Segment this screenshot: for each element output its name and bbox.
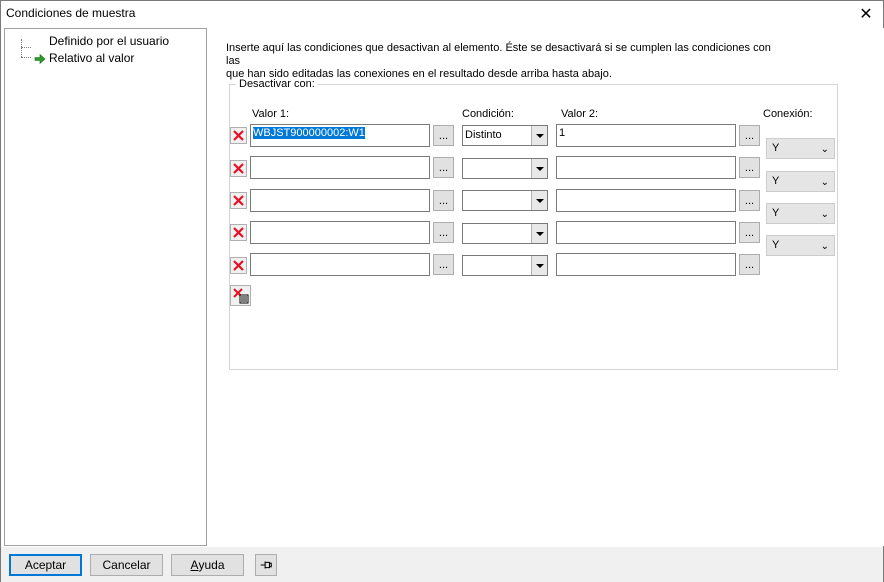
condition-select[interactable]: Distinto	[462, 125, 548, 146]
valor2-input[interactable]	[556, 156, 736, 179]
connection-value: Y	[772, 207, 780, 219]
browse-valor2-button[interactable]: ...	[739, 254, 760, 275]
header-conexion: Conexión:	[763, 108, 813, 120]
tree-item-label: Definido por el usuario	[49, 34, 170, 48]
condition-select[interactable]	[462, 158, 548, 179]
delete-row-button[interactable]	[230, 127, 247, 144]
dropdown-arrow-icon	[531, 191, 547, 210]
browse-valor1-button[interactable]: ...	[433, 157, 454, 178]
deactivate-groupbox: Desactivar con: Valor 1: Condición: Valo…	[229, 78, 838, 370]
delete-row-button[interactable]	[230, 257, 247, 274]
delete-row-button[interactable]	[230, 160, 247, 177]
valor2-input[interactable]	[556, 189, 736, 212]
connection-select[interactable]: Y ⌄	[766, 138, 835, 159]
close-icon: ✕	[859, 6, 873, 23]
connection-select[interactable]: Y ⌄	[766, 203, 835, 224]
valor2-input[interactable]: 1	[556, 124, 736, 147]
valor1-value: WBJST900000002:W1	[253, 127, 365, 139]
chevron-down-icon: ⌄	[820, 144, 829, 155]
delete-row-button[interactable]	[230, 192, 247, 209]
delete-x-icon	[233, 195, 244, 206]
header-valor1: Valor 1:	[252, 108, 290, 120]
chevron-down-icon: ⌄	[820, 241, 829, 252]
dropdown-arrow-icon	[531, 126, 547, 145]
help-mnemonic: A	[190, 558, 199, 572]
valor2-value: 1	[559, 127, 566, 139]
delete-x-icon	[233, 260, 244, 271]
green-arrow-icon	[34, 53, 46, 65]
tree-item-relativo[interactable]: Relativo al valor	[5, 49, 205, 67]
instructions-text: Inserte aquí las condiciones que desacti…	[226, 42, 786, 81]
condition-select[interactable]	[462, 223, 548, 244]
valor1-input[interactable]	[250, 221, 430, 244]
delete-all-rows-button[interactable]	[230, 285, 251, 306]
connection-value: Y	[772, 142, 780, 154]
browse-valor2-button[interactable]: ...	[739, 157, 760, 178]
valor1-input[interactable]	[250, 156, 430, 179]
content-pane: Inserte aquí las condiciones que desacti…	[209, 28, 884, 546]
browse-valor1-button[interactable]: ...	[433, 222, 454, 243]
delete-x-icon	[233, 130, 244, 141]
delete-row-button[interactable]	[230, 224, 247, 241]
tree-item-definido[interactable]: Definido por el usuario	[5, 32, 205, 50]
connection-select[interactable]: Y ⌄	[766, 171, 835, 192]
dropdown-arrow-icon	[531, 256, 547, 275]
condition-value: Distinto	[465, 129, 502, 141]
browse-valor1-button[interactable]: ...	[433, 190, 454, 211]
valor2-input[interactable]	[556, 253, 736, 276]
header-valor2: Valor 2:	[561, 108, 599, 120]
accept-button[interactable]: Aceptar	[9, 554, 82, 576]
browse-valor2-button[interactable]: ...	[739, 222, 760, 243]
header-condicion: Condición:	[462, 108, 514, 120]
delete-list-icon	[232, 287, 248, 303]
connection-select[interactable]: Y ⌄	[766, 235, 835, 256]
instructions-line: Inserte aquí las condiciones que desacti…	[226, 42, 771, 67]
browse-valor2-button[interactable]: ...	[739, 125, 760, 146]
close-button[interactable]: ✕	[849, 1, 883, 27]
dropdown-arrow-icon	[531, 159, 547, 178]
title-bar: Condiciones de muestra ✕	[1, 1, 883, 27]
condition-select[interactable]	[462, 190, 548, 211]
dialog-window: Condiciones de muestra ✕ Definido por el…	[0, 0, 884, 582]
chevron-down-icon: ⌄	[820, 177, 829, 188]
help-button[interactable]: Ayuda	[171, 554, 244, 576]
tree-item-label: Relativo al valor	[49, 51, 135, 65]
help-label: yuda	[198, 558, 225, 572]
browse-valor2-button[interactable]: ...	[739, 190, 760, 211]
connection-value: Y	[772, 239, 780, 251]
dropdown-arrow-icon	[531, 224, 547, 243]
valor2-input[interactable]	[556, 221, 736, 244]
valor1-input[interactable]: WBJST900000002:W1	[250, 124, 430, 147]
group-title: Desactivar con:	[236, 78, 318, 90]
condition-select[interactable]	[462, 255, 548, 276]
window-title: Condiciones de muestra	[6, 6, 136, 20]
delete-x-icon	[233, 227, 244, 238]
cancel-button[interactable]: Cancelar	[90, 554, 163, 576]
valor1-input[interactable]	[250, 253, 430, 276]
pin-icon	[260, 561, 272, 569]
delete-x-icon	[233, 163, 244, 174]
valor1-input[interactable]	[250, 189, 430, 212]
footer-bar: Aceptar Cancelar Ayuda	[1, 547, 883, 582]
browse-valor1-button[interactable]: ...	[433, 254, 454, 275]
category-tree: Definido por el usuario Relativo al valo…	[4, 28, 207, 546]
chevron-down-icon: ⌄	[820, 209, 829, 220]
pin-button[interactable]	[255, 554, 277, 576]
connection-value: Y	[772, 175, 780, 187]
browse-valor1-button[interactable]: ...	[433, 125, 454, 146]
